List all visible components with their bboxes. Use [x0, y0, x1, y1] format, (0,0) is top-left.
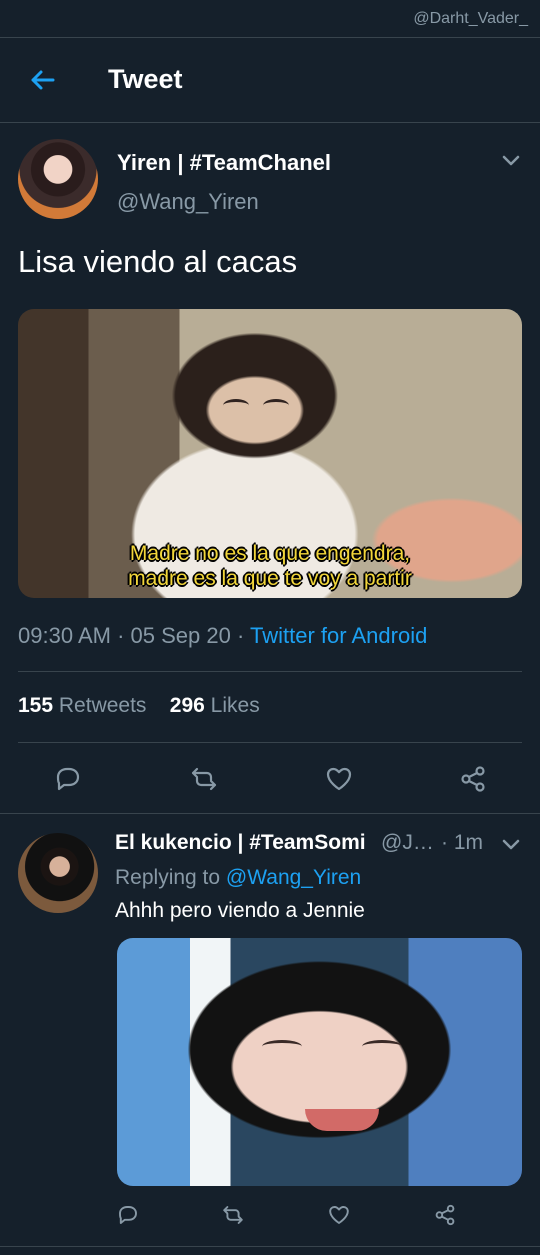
face-eye: [362, 1040, 402, 1053]
chevron-down-icon[interactable]: [502, 839, 520, 851]
likes-label[interactable]: Likes: [211, 694, 260, 717]
face-eye: [263, 399, 289, 412]
image-caption-line-2: madre es la que te voy a partir: [128, 567, 412, 590]
reply-icon[interactable]: [53, 764, 83, 794]
reply-icon[interactable]: [116, 1203, 140, 1227]
likes-count[interactable]: 296: [170, 694, 205, 717]
reply-display-name[interactable]: El kukencio | #TeamSomi: [115, 831, 366, 855]
divider: [18, 671, 522, 672]
tweet-header: Tweet: [0, 38, 540, 123]
avatar[interactable]: [18, 833, 98, 913]
reply-time: · 1m: [441, 831, 483, 854]
meta-separator: ·: [236, 623, 245, 648]
replying-to-handle[interactable]: @Wang_Yiren: [226, 866, 361, 889]
meta-separator: ·: [117, 623, 125, 648]
retweet-icon[interactable]: [189, 764, 219, 794]
like-icon[interactable]: [324, 764, 354, 794]
reply-text: Ahhh pero viendo a Jennie: [115, 899, 365, 922]
retweets-label[interactable]: Retweets: [59, 694, 147, 717]
image-caption-line-1: Madre no es la que engendra,: [129, 542, 411, 565]
watermark-text: @Darht_Vader_: [413, 10, 528, 27]
like-icon[interactable]: [327, 1203, 351, 1227]
tweet-source-link[interactable]: Twitter for Android: [250, 623, 427, 648]
replying-to-label: Replying to: [115, 866, 221, 889]
retweets-count[interactable]: 155: [18, 694, 53, 717]
retweet-icon[interactable]: [221, 1203, 245, 1227]
face-eye: [262, 1040, 302, 1053]
section-divider: [0, 813, 540, 814]
tweet-time: 09:30 AM: [18, 623, 111, 648]
reply-user-handle[interactable]: @J…: [381, 831, 434, 855]
avatar[interactable]: [18, 139, 98, 219]
tweet-date: 05 Sep 20: [130, 623, 231, 648]
divider: [18, 742, 522, 743]
share-icon[interactable]: [433, 1203, 457, 1227]
face-mouth: [305, 1109, 379, 1131]
face-eye: [223, 399, 249, 412]
tweet-image[interactable]: Madre no es la que engendra, madre es la…: [18, 309, 522, 598]
tweet-metadata: 09:30 AM · 05 Sep 20 · Twitter for Andro…: [18, 623, 427, 649]
share-icon[interactable]: [458, 764, 488, 794]
tweet-stats: 155 Retweets 296 Likes: [18, 694, 260, 718]
tweet-text: Lisa viendo al cacas: [18, 244, 298, 279]
replying-to-line: Replying to @Wang_Yiren: [115, 866, 361, 890]
reply-image[interactable]: [117, 938, 522, 1186]
arrow-left-icon[interactable]: [28, 66, 56, 94]
display-name[interactable]: Yiren | #TeamChanel: [117, 150, 331, 176]
chevron-down-icon[interactable]: [502, 155, 520, 167]
page-title: Tweet: [108, 64, 183, 94]
section-divider: [0, 1246, 540, 1247]
user-handle[interactable]: @Wang_Yiren: [117, 189, 259, 215]
